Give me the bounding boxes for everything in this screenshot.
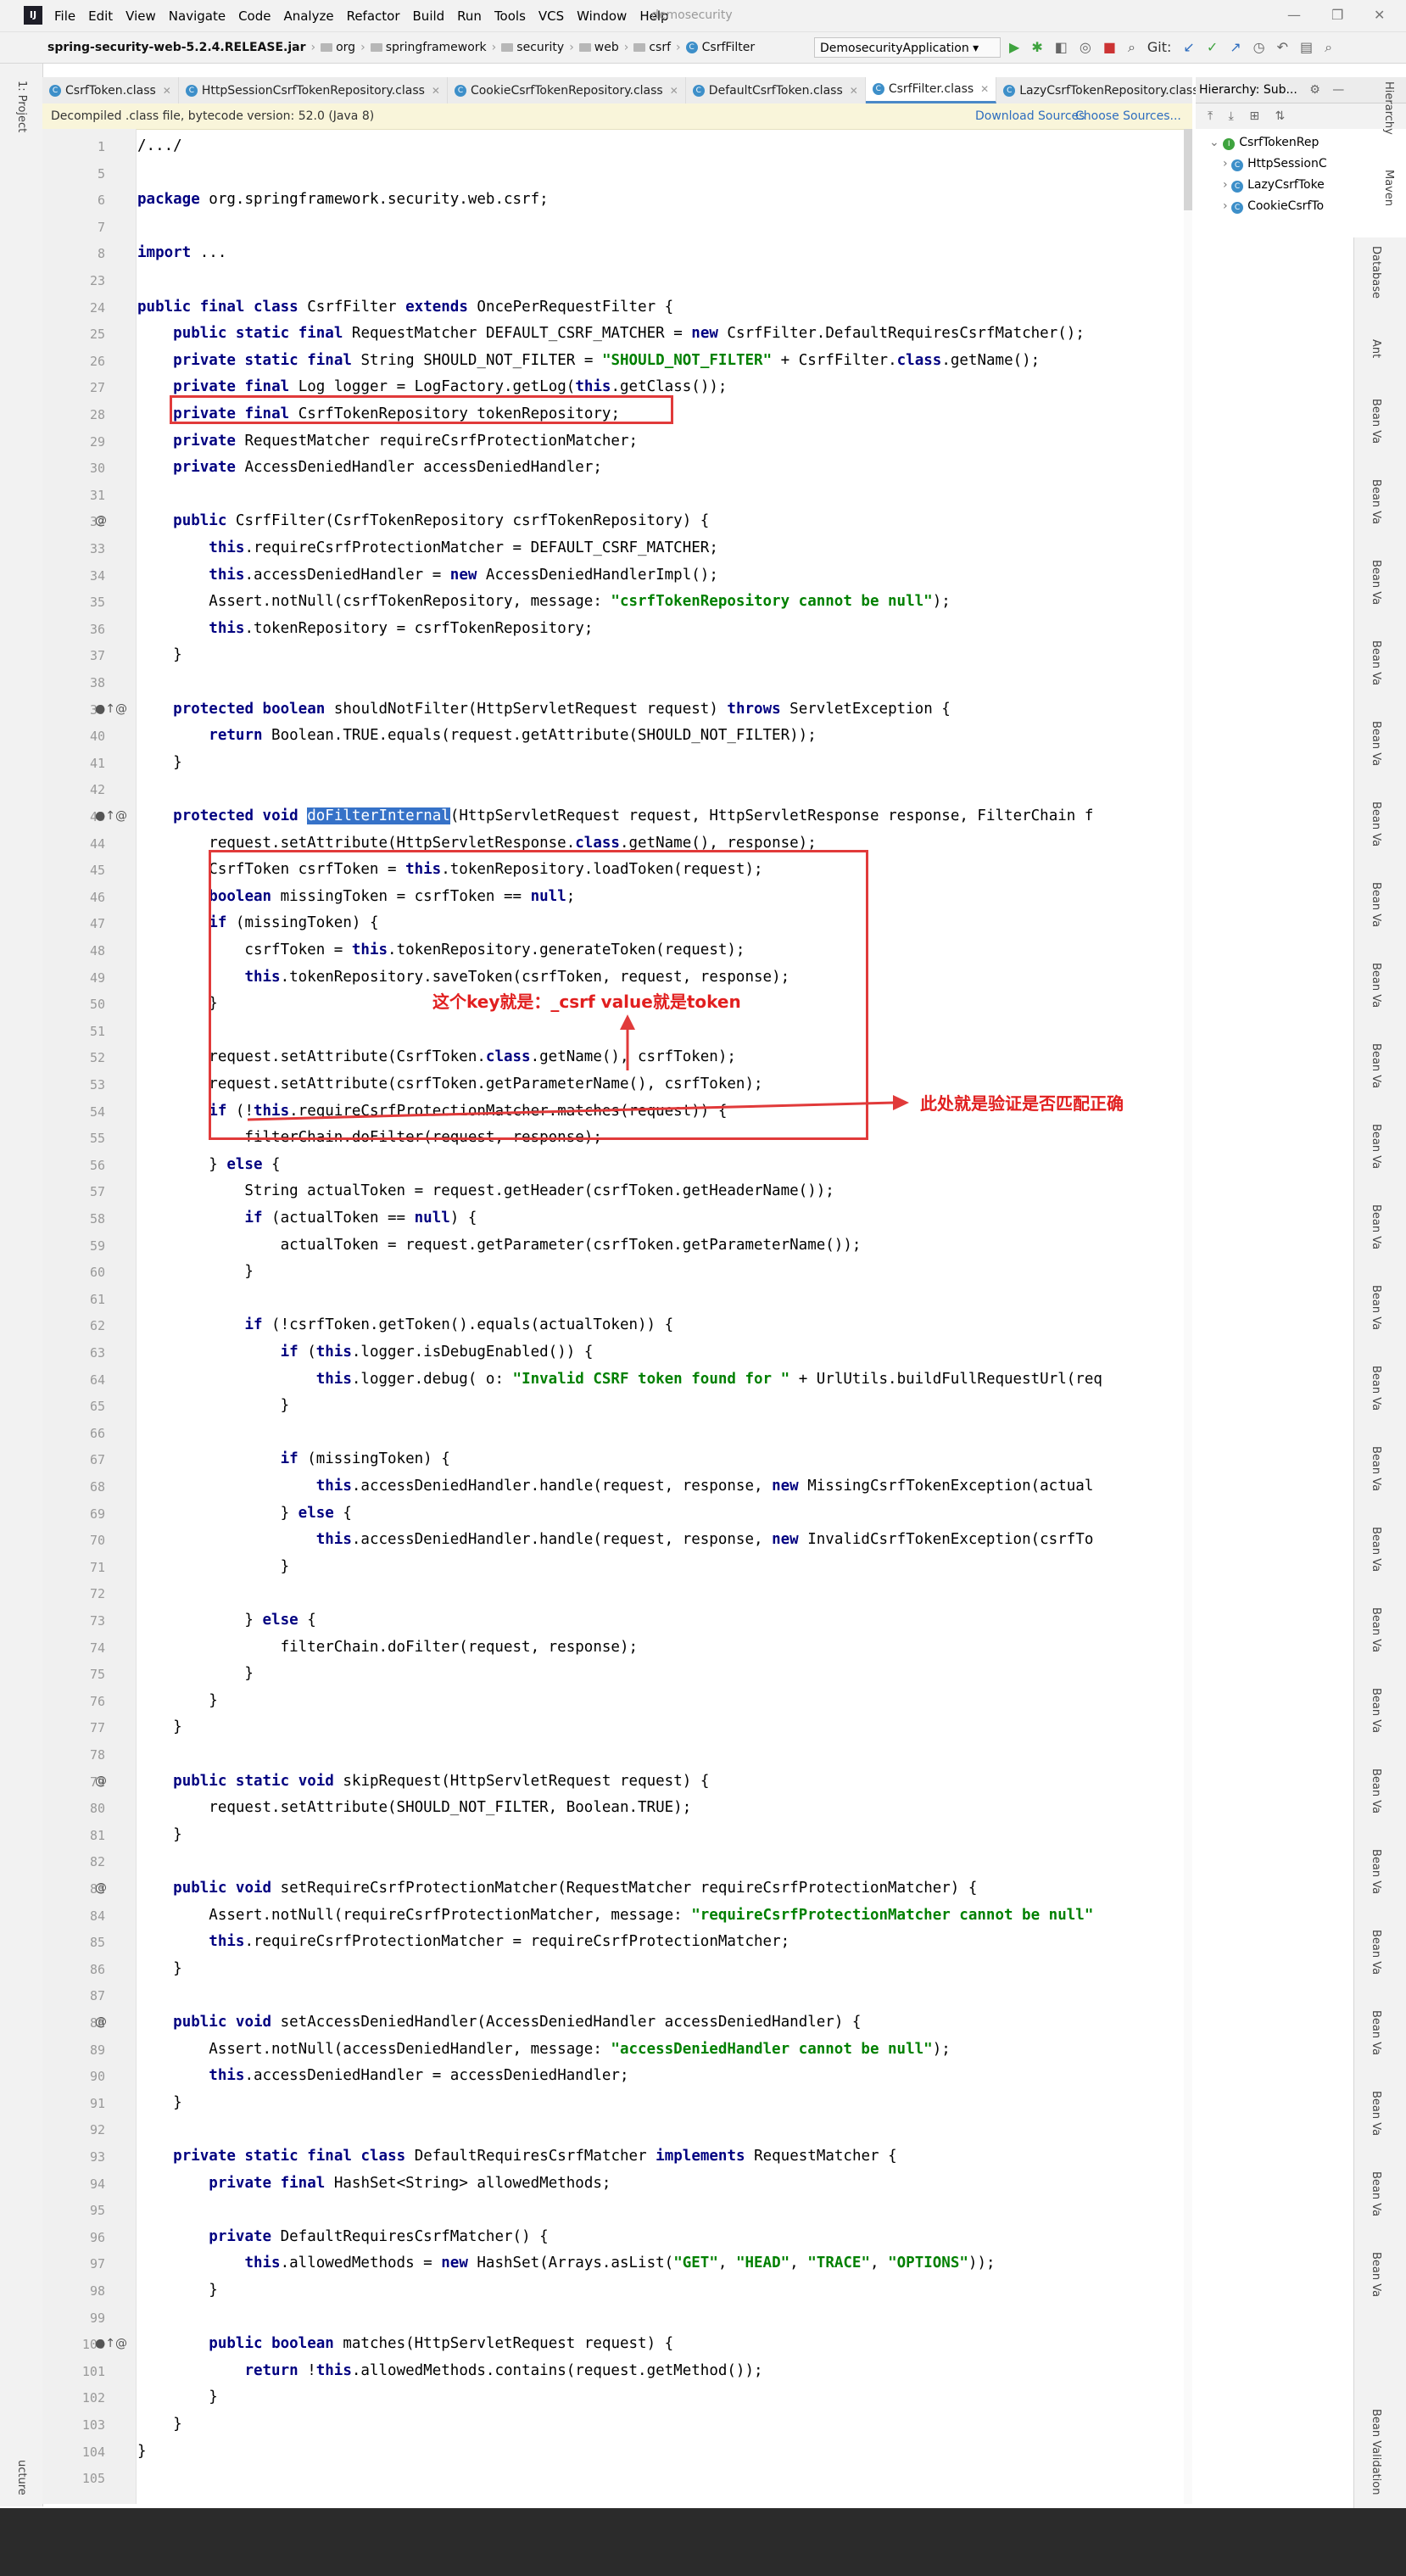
match-annotation: 此处就是验证是否匹配正确	[920, 1093, 1124, 1114]
maven-tool-tab[interactable]: Maven	[1382, 170, 1395, 206]
status-bar	[0, 2508, 1406, 2576]
annotation-arrows	[247, 1014, 909, 1121]
hierarchy-tool-tab[interactable]: Hierarchy	[1382, 81, 1395, 135]
match-arrow-head	[893, 1095, 909, 1110]
match-arrow-shaft	[247, 1101, 895, 1121]
key-arrow-head	[620, 1014, 635, 1030]
